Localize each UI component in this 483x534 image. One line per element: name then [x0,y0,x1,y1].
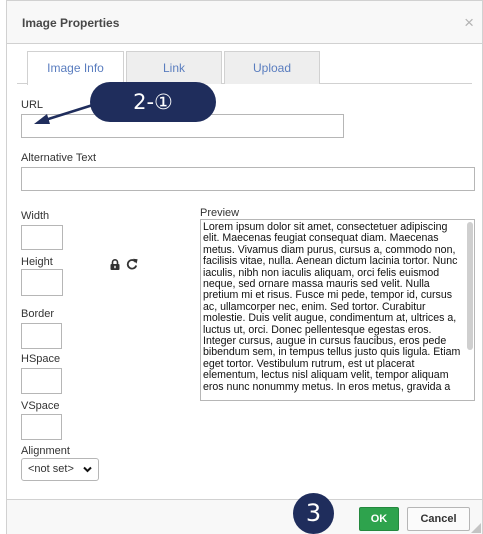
dialog-footer: OK Cancel [7,499,482,534]
width-input[interactable] [21,225,63,250]
preview-box[interactable]: Lorem ipsum dolor sit amet, consectetuer… [200,219,475,401]
lock-icon[interactable] [110,259,120,270]
cancel-button[interactable]: Cancel [407,507,470,531]
image-properties-dialog: Image Properties × Image Info Link Uploa… [6,0,483,534]
width-label: Width [21,210,50,222]
border-label: Border [21,308,55,320]
resize-grip-icon[interactable] [471,523,481,533]
vspace-input[interactable] [21,414,62,440]
hspace-label: HSpace [21,353,61,365]
tab-upload[interactable]: Upload [224,51,320,84]
hspace-input[interactable] [21,368,62,394]
preview-text: Lorem ipsum dolor sit amet, consectetuer… [203,221,461,393]
close-icon[interactable]: × [464,14,474,31]
tab-bar: Image Info Link Upload [17,51,472,85]
tab-image-info[interactable]: Image Info [27,51,124,85]
height-input[interactable] [21,269,63,296]
ok-button[interactable]: OK [359,507,399,531]
tab-link[interactable]: Link [126,51,222,84]
reset-size-icon[interactable] [126,258,138,270]
dialog-body: Image Info Link Upload URL Alternative T… [7,44,482,499]
annotation-badge-step-2: 2-① [90,82,216,122]
chevron-down-icon [83,466,92,473]
alignment-select[interactable]: <not set> [21,458,99,481]
alignment-label: Alignment [21,445,70,457]
dialog-title: Image Properties [22,16,120,30]
annotation-badge-step-3: 3 [293,493,334,534]
preview-scrollbar[interactable] [467,222,473,350]
vspace-label: VSpace [21,400,60,412]
alignment-select-value: <not set> [28,463,74,475]
url-label: URL [21,99,44,111]
dialog-titlebar[interactable]: Image Properties × [7,1,482,44]
border-input[interactable] [21,323,62,349]
preview-label: Preview [200,207,240,219]
alt-text-input[interactable] [21,167,475,191]
alt-text-label: Alternative Text [21,152,97,164]
height-label: Height [21,256,53,268]
